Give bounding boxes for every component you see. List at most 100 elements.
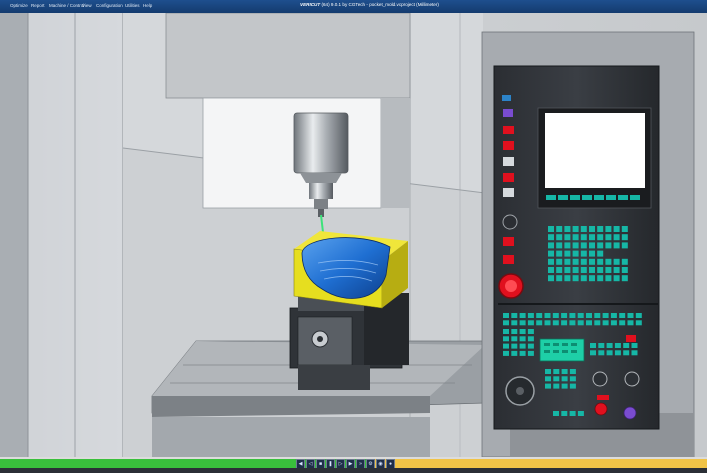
keypad-key[interactable] xyxy=(597,234,604,241)
keypad-key[interactable] xyxy=(572,267,579,273)
keypad-key[interactable] xyxy=(580,267,587,273)
keypad-key[interactable] xyxy=(556,242,563,249)
keypad-key[interactable] xyxy=(556,234,563,241)
keypad-key[interactable] xyxy=(569,383,576,389)
keypad-key[interactable] xyxy=(556,226,563,232)
keypad-key[interactable] xyxy=(519,313,526,318)
keypad-key[interactable] xyxy=(569,376,576,382)
keypad-key[interactable] xyxy=(610,313,617,318)
keypad-key[interactable] xyxy=(580,250,587,257)
keypad-key[interactable] xyxy=(569,313,576,318)
keypad-key[interactable] xyxy=(572,275,579,282)
keypad-key[interactable] xyxy=(548,250,554,257)
keypad-key[interactable] xyxy=(545,369,551,374)
keypad-key[interactable] xyxy=(548,267,554,273)
keypad-key[interactable] xyxy=(594,320,601,326)
keypad-key[interactable] xyxy=(564,226,571,232)
menu-utilities[interactable]: Utilities xyxy=(125,3,140,8)
keypad-key[interactable] xyxy=(590,343,596,348)
keypad-key[interactable] xyxy=(621,258,628,265)
keypad-key[interactable] xyxy=(605,275,612,282)
keypad-key[interactable] xyxy=(619,313,626,318)
keypad-key[interactable] xyxy=(527,313,534,318)
keypad-key[interactable] xyxy=(536,313,543,318)
keypad-key[interactable] xyxy=(613,258,620,265)
keypad-key[interactable] xyxy=(580,258,587,265)
keypad-key[interactable] xyxy=(556,275,563,282)
keypad-key[interactable] xyxy=(602,313,609,318)
keypad-key[interactable] xyxy=(548,226,554,232)
keypad-key[interactable] xyxy=(627,313,634,318)
keypad-key[interactable] xyxy=(548,275,554,282)
keypad-key[interactable] xyxy=(597,226,604,232)
keypad-key[interactable] xyxy=(589,275,595,282)
keypad-key[interactable] xyxy=(527,343,534,349)
keypad-key[interactable] xyxy=(580,242,587,249)
keypad-key[interactable] xyxy=(597,275,604,282)
cycle-start-button[interactable] xyxy=(623,406,637,420)
keypad-key[interactable] xyxy=(548,258,554,265)
keypad-key[interactable] xyxy=(553,383,560,389)
keypad-key[interactable] xyxy=(621,226,628,232)
keypad-key[interactable] xyxy=(631,343,638,348)
keypad-key[interactable] xyxy=(544,320,551,326)
keypad-key[interactable] xyxy=(605,226,612,232)
keypad-key[interactable] xyxy=(536,320,543,326)
keypad-key[interactable] xyxy=(580,234,587,241)
menu-optimize[interactable]: Optimize xyxy=(10,3,28,8)
keypad-key[interactable] xyxy=(503,329,509,334)
machine-view[interactable] xyxy=(0,13,707,457)
keypad-key[interactable] xyxy=(564,242,571,249)
keypad-key[interactable] xyxy=(511,336,518,342)
keypad-key[interactable] xyxy=(511,350,518,356)
keypad-key[interactable] xyxy=(589,250,595,257)
keypad-key[interactable] xyxy=(613,234,620,241)
keypad-key[interactable] xyxy=(621,275,628,282)
keypad-key[interactable] xyxy=(561,320,568,326)
keypad-key[interactable] xyxy=(556,258,563,265)
keypad-key[interactable] xyxy=(613,242,620,249)
keypad-key[interactable] xyxy=(605,258,612,265)
keypad-key[interactable] xyxy=(553,376,560,382)
menu-help[interactable]: Help xyxy=(143,3,152,8)
keypad-key[interactable] xyxy=(572,234,579,241)
keypad-key[interactable] xyxy=(564,234,571,241)
keypad-key[interactable] xyxy=(556,250,563,257)
keypad-key[interactable] xyxy=(527,329,534,334)
keypad-key[interactable] xyxy=(503,350,509,356)
keypad-key[interactable] xyxy=(577,313,584,318)
keypad-key[interactable] xyxy=(561,313,568,318)
keypad-key[interactable] xyxy=(606,350,613,356)
keypad-key[interactable] xyxy=(621,242,628,249)
keypad-key[interactable] xyxy=(519,343,526,349)
keypad-key[interactable] xyxy=(569,320,576,326)
keypad-key[interactable] xyxy=(623,350,630,356)
keypad-key[interactable] xyxy=(605,267,612,273)
keypad-key[interactable] xyxy=(553,411,559,416)
menu-report[interactable]: Report xyxy=(31,3,45,8)
keypad-key[interactable] xyxy=(597,250,604,257)
keypad-key[interactable] xyxy=(572,258,579,265)
keypad-key[interactable] xyxy=(589,242,595,249)
keypad-key[interactable] xyxy=(627,320,634,326)
keypad-key[interactable] xyxy=(586,320,592,326)
keypad-key[interactable] xyxy=(527,350,534,356)
keypad-key[interactable] xyxy=(545,376,551,382)
keypad-key[interactable] xyxy=(519,320,526,326)
keypad-key[interactable] xyxy=(589,226,595,232)
keypad-key[interactable] xyxy=(589,234,595,241)
menu-machine-control[interactable]: Machine / Control xyxy=(49,3,84,8)
keypad-key[interactable] xyxy=(564,275,571,282)
keypad-key[interactable] xyxy=(569,369,576,374)
keypad-key[interactable] xyxy=(623,343,630,348)
keypad-key[interactable] xyxy=(590,350,596,356)
keypad-key[interactable] xyxy=(597,267,604,273)
keypad-key[interactable] xyxy=(503,313,509,318)
keypad-key[interactable] xyxy=(544,313,551,318)
keypad-key[interactable] xyxy=(564,258,571,265)
keypad-key[interactable] xyxy=(605,234,612,241)
spindle-override-dial[interactable] xyxy=(624,371,640,387)
keypad-key[interactable] xyxy=(602,320,609,326)
keypad-key[interactable] xyxy=(552,320,559,326)
keypad-key[interactable] xyxy=(610,320,617,326)
